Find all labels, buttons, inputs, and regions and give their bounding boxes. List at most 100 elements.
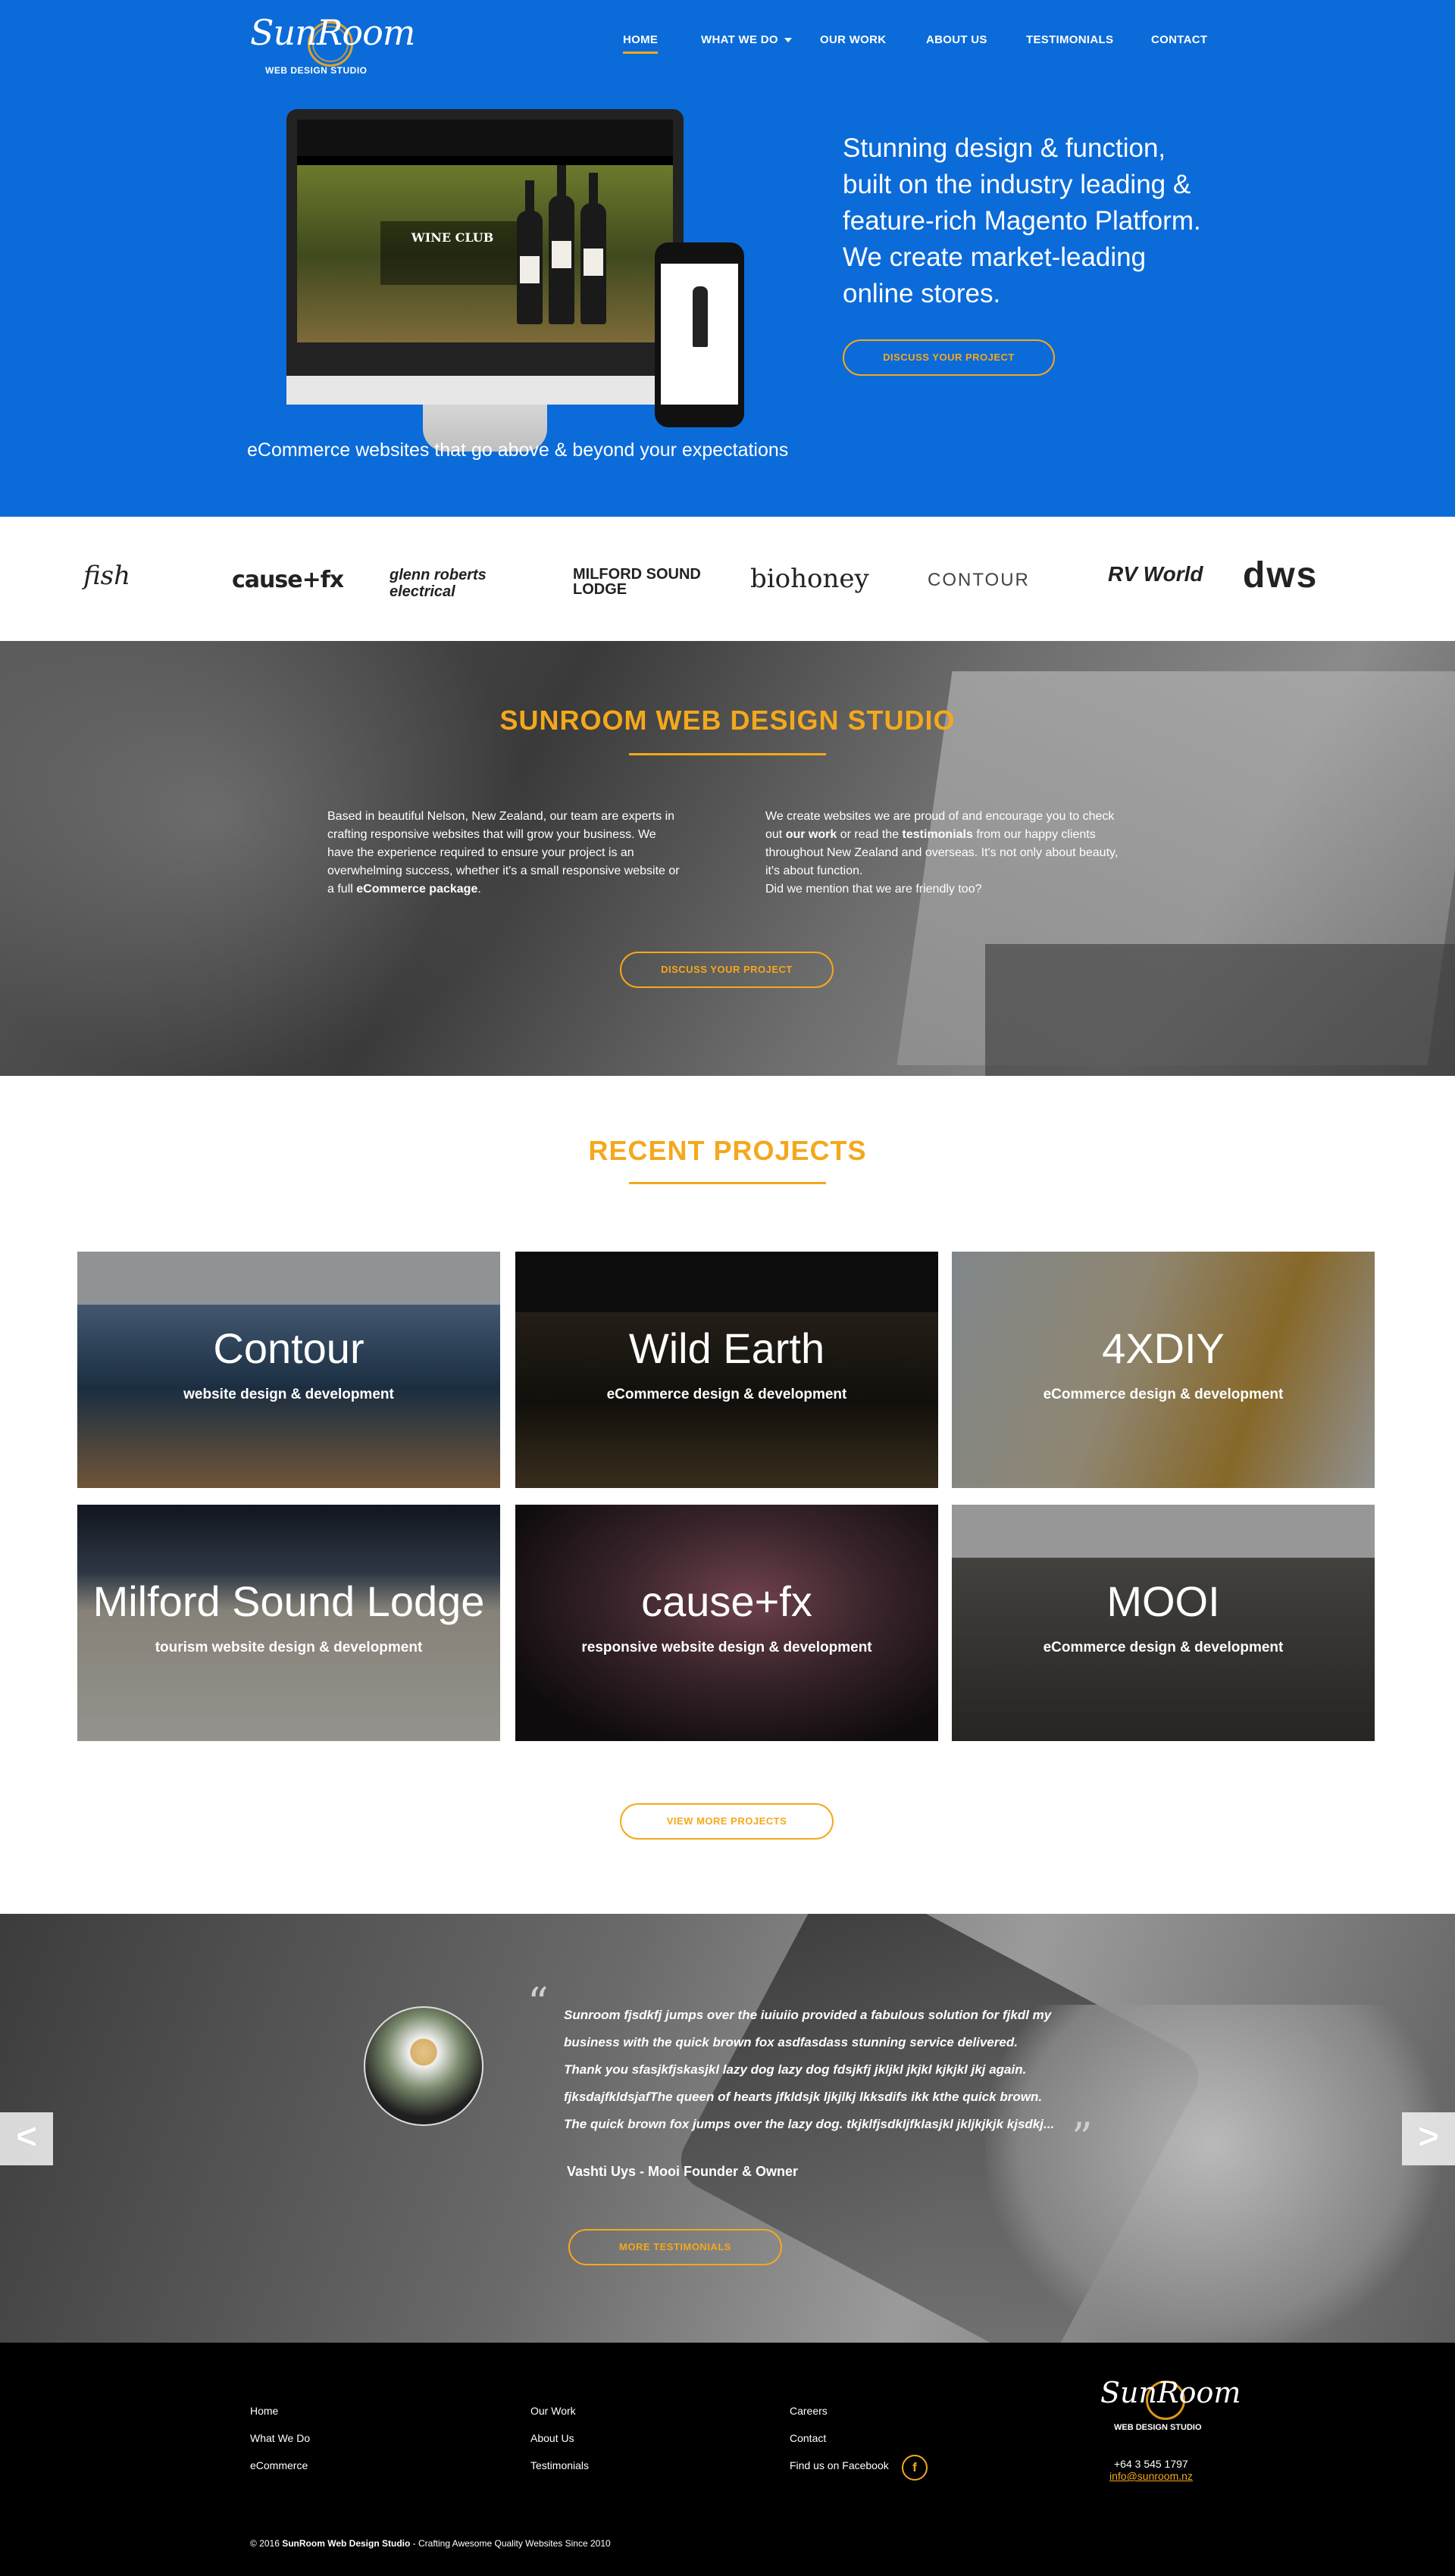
copyright-company: SunRoom Web Design Studio — [282, 2538, 411, 2549]
projects-title-underline — [629, 1182, 826, 1184]
monitor-chin — [286, 376, 684, 405]
project-title: Wild Earth — [628, 1324, 825, 1372]
studio-title: SUNROOM WEB DESIGN STUDIO — [499, 705, 956, 736]
project-card-4xdiy[interactable]: 4XDIY eCommerce design & development — [952, 1252, 1375, 1488]
chevron-down-icon — [784, 38, 792, 43]
client-logo-biohoney[interactable]: biohoney — [750, 564, 869, 602]
studio-intro-right: We create websites we are proud of and e… — [765, 808, 1122, 899]
quote-line: The quick brown fox jumps over the lazy … — [564, 2117, 1055, 2131]
footer-link-our-work[interactable]: Our Work — [530, 2405, 576, 2417]
project-subtitle: responsive website design & development — [581, 1640, 872, 1655]
project-title: 4XDIY — [1102, 1324, 1225, 1372]
studio-right-text-2: or read the — [837, 828, 903, 841]
prev-testimonial-button[interactable]: < — [0, 2112, 53, 2165]
client-logo-contour[interactable]: CONTOUR — [928, 570, 1030, 608]
hero-headline: Stunning design & function, built on the… — [843, 133, 1201, 308]
mockup-banner-title: WINE CLUB — [411, 230, 494, 245]
client-logos-strip: fish cause+fx glenn roberts electrical M… — [0, 517, 1455, 641]
footer-email-link[interactable]: info@sunroom.nz — [1109, 2470, 1193, 2482]
project-title: MOOI — [1106, 1577, 1220, 1625]
mockup-menu — [297, 156, 673, 165]
phone-mockup — [655, 242, 744, 427]
footer-link-ecommerce[interactable]: eCommerce — [250, 2459, 308, 2471]
mockup-banner: WINE CLUB — [380, 221, 524, 285]
ecommerce-package-link[interactable]: eCommerce package — [356, 883, 477, 896]
nav-home[interactable]: HOME — [623, 33, 659, 54]
project-card-milford[interactable]: Milford Sound Lodge tourism website desi… — [77, 1505, 500, 1741]
testimonial-quote: Sunroom fjsdkfj jumps over the iuiuiio p… — [564, 2002, 1079, 2138]
project-subtitle: eCommerce design & development — [1043, 1386, 1284, 1402]
bottle-label — [584, 249, 603, 276]
projects-title: RECENT PROJECTS — [588, 1135, 867, 1166]
next-testimonial-button[interactable]: > — [1402, 2112, 1455, 2165]
studio-left-end: . — [477, 883, 481, 896]
project-card-wild-earth[interactable]: Wild Earth eCommerce design & developmen… — [515, 1252, 938, 1488]
open-quote-icon: “ — [527, 1979, 549, 2027]
client-logo-fish[interactable]: fish — [83, 561, 130, 599]
footer-logo-text: SunRoom — [1100, 2376, 1241, 2409]
client-logo-causefx[interactable]: cause+fx — [232, 567, 344, 605]
footer-link-contact[interactable]: Contact — [790, 2432, 826, 2444]
quote-line: fjksdajfkldsjafThe queen of hearts jfkld… — [564, 2090, 1043, 2104]
quote-line: Sunroom fjsdkfj jumps over the iuiuiio p… — [564, 2008, 1052, 2022]
project-card-mooi[interactable]: MOOI eCommerce design & development — [952, 1505, 1375, 1741]
testimonial-author: Vashti Uys - Mooi Founder & Owner — [567, 2164, 799, 2179]
logo-subtitle: WEB DESIGN STUDIO — [265, 65, 368, 76]
footer-link-careers[interactable]: Careers — [790, 2405, 828, 2417]
phone-bottle-image — [693, 286, 708, 347]
discuss-project-button-studio[interactable]: DISCUSS YOUR PROJECT — [620, 952, 834, 988]
copyright-suffix: - Crafting Awesome Quality Websites Sinc… — [410, 2538, 611, 2549]
nav-contact[interactable]: CONTACT — [1151, 33, 1207, 46]
footer-logo[interactable]: SunRoom WEB DESIGN STUDIO — [1100, 2376, 1241, 2437]
facebook-icon[interactable]: f — [902, 2455, 928, 2481]
project-subtitle: website design & development — [183, 1386, 394, 1402]
client-logo-rv-world[interactable]: RV World — [1108, 562, 1203, 600]
bottle-label — [552, 241, 571, 268]
desktop-mockup: WINE CLUB — [286, 109, 684, 452]
footer-logo-subtitle: WEB DESIGN STUDIO — [1114, 2423, 1202, 2432]
desktop-mockup-screen: WINE CLUB — [297, 120, 673, 342]
discuss-project-button-hero[interactable]: DISCUSS YOUR PROJECT — [843, 339, 1055, 376]
testimonial-avatar — [364, 2006, 483, 2126]
studio-title-underline — [629, 753, 826, 755]
quote-line: Thank you sfasjkfjskasjkl lazy dog lazy … — [564, 2062, 1027, 2077]
client-logo-glenn-roberts[interactable]: glenn roberts electrical — [390, 567, 526, 605]
chevron-left-icon: < — [15, 2117, 38, 2157]
footer-link-facebook[interactable]: Find us on Facebook — [790, 2459, 889, 2471]
studio-intro-left: Based in beautiful Nelson, New Zealand, … — [327, 808, 684, 899]
project-title: Milford Sound Lodge — [92, 1577, 485, 1625]
footer-link-what-we-do[interactable]: What We Do — [250, 2432, 310, 2444]
footer-link-home[interactable]: Home — [250, 2405, 278, 2417]
footer-link-testimonials[interactable]: Testimonials — [530, 2459, 589, 2471]
client-logo-dws[interactable]: dws — [1243, 555, 1318, 596]
footer-copyright: © 2016 SunRoom Web Design Studio - Craft… — [250, 2538, 611, 2549]
more-testimonials-button[interactable]: MORE TESTIMONIALS — [568, 2229, 782, 2265]
bottle-image — [549, 165, 574, 324]
bottle-image — [580, 173, 606, 324]
page: SunRoom WEB DESIGN STUDIO HOME WHAT WE D… — [0, 0, 1455, 2576]
copyright-prefix: © 2016 — [250, 2538, 283, 2549]
background-keyboard — [985, 944, 1455, 1076]
project-subtitle: tourism website design & development — [155, 1640, 423, 1655]
footer-link-about-us[interactable]: About Us — [530, 2432, 574, 2444]
recent-projects-section — [0, 1076, 1455, 1914]
project-card-contour[interactable]: Contour website design & development — [77, 1252, 500, 1488]
nav-testimonials[interactable]: TESTIMONIALS — [1026, 33, 1113, 46]
nav-about-us[interactable]: ABOUT US — [926, 33, 987, 46]
quote-line: business with the quick brown fox asdfas… — [564, 2035, 1018, 2049]
nav-our-work[interactable]: OUR WORK — [820, 33, 886, 46]
our-work-link[interactable]: our work — [786, 828, 837, 841]
client-logo-milford[interactable]: MILFORD SOUND LODGE — [573, 567, 702, 605]
nav-what-we-do[interactable]: WHAT WE DO — [701, 33, 792, 46]
close-quote-icon: ” — [1072, 2114, 1093, 2162]
project-card-causefx[interactable]: cause+fx responsive website design & dev… — [515, 1505, 938, 1741]
main-nav: HOME WHAT WE DO OUR WORK ABOUT US TESTIM… — [0, 33, 1455, 54]
bottle-label — [520, 256, 540, 283]
hero-caption: eCommerce websites that go above & beyon… — [247, 439, 789, 461]
chevron-right-icon: > — [1417, 2117, 1440, 2157]
project-subtitle: eCommerce design & development — [606, 1386, 847, 1402]
project-title: cause+fx — [641, 1577, 812, 1625]
view-more-projects-button[interactable]: VIEW MORE PROJECTS — [620, 1803, 834, 1840]
testimonials-link[interactable]: testimonials — [903, 828, 973, 841]
project-title: Contour — [213, 1324, 365, 1372]
